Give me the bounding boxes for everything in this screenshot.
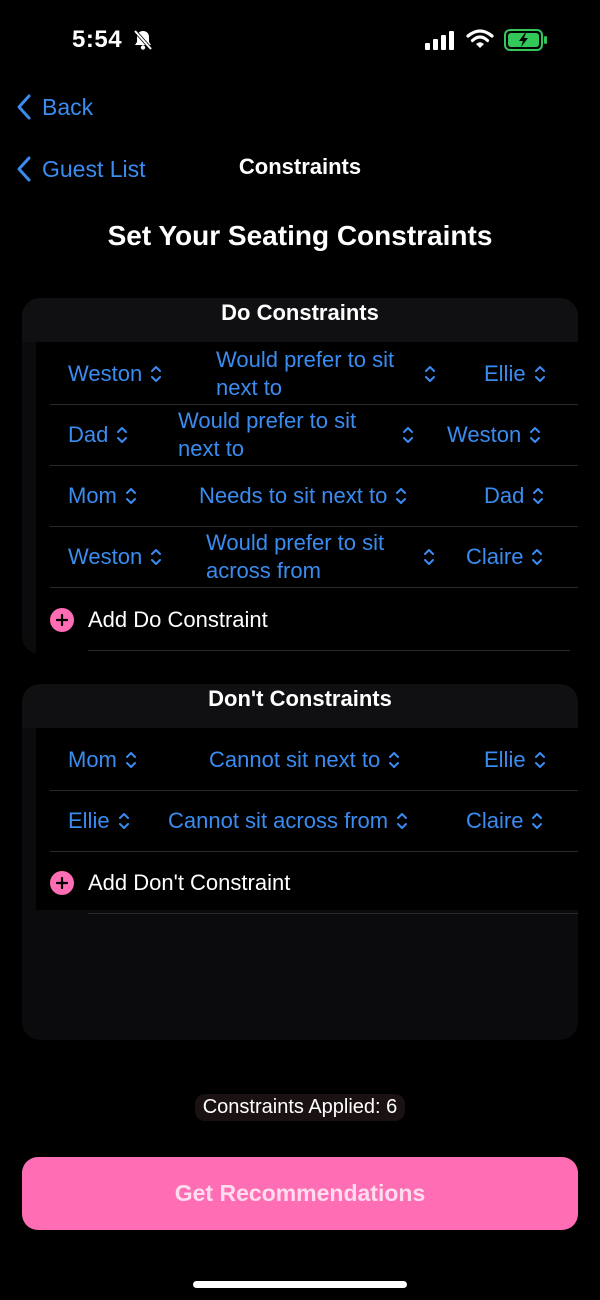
- nav-title: Constraints: [238, 154, 362, 179]
- relation-picker[interactable]: Would prefer to sit next to: [216, 344, 436, 404]
- chevron-up-down-icon: [117, 427, 128, 443]
- dont-constraints-title: Don't Constraints: [22, 684, 578, 728]
- status-time: 5:54: [72, 26, 123, 53]
- chevron-up-down-icon: [530, 427, 541, 443]
- constraints-applied-count: Constraints Applied: 6: [0, 1094, 600, 1121]
- relation-picker[interactable]: Needs to sit next to: [199, 466, 407, 526]
- add-do-constraint-label: Add Do Constraint: [88, 607, 268, 632]
- guest-a-picker[interactable]: Ellie: [68, 791, 130, 851]
- guest-a-picker[interactable]: Weston: [68, 344, 162, 404]
- cellular-signal-icon: [425, 30, 457, 55]
- chevron-up-down-icon: [396, 488, 407, 504]
- chevron-up-down-icon: [125, 488, 136, 504]
- chevron-up-down-icon: [533, 488, 544, 504]
- guest-a-picker[interactable]: Mom: [68, 730, 137, 790]
- chevron-up-down-icon: [397, 813, 408, 829]
- chevron-up-down-icon: [532, 549, 543, 565]
- relation-picker[interactable]: Would prefer to sit across from: [206, 527, 446, 587]
- chevron-up-down-icon: [532, 813, 543, 829]
- divider: [88, 913, 578, 914]
- dont-constraint-row: Ellie Cannot sit across from Claire: [50, 791, 578, 852]
- guest-b-picker[interactable]: Claire: [466, 791, 543, 851]
- wifi-icon: [466, 28, 494, 55]
- plus-circle-icon: [50, 608, 74, 632]
- guest-b-picker[interactable]: Ellie: [484, 730, 546, 790]
- do-constraint-row: Dad Would prefer to sit next to Weston: [50, 405, 578, 466]
- chevron-up-down-icon: [403, 427, 413, 443]
- guest-b-picker[interactable]: Weston: [447, 405, 541, 465]
- chevron-up-down-icon: [151, 549, 162, 565]
- guest-b-picker[interactable]: Ellie: [484, 344, 546, 404]
- chevron-up-down-icon: [534, 366, 545, 382]
- relation-picker[interactable]: Cannot sit next to: [209, 730, 400, 790]
- relation-picker[interactable]: Cannot sit across from: [168, 791, 408, 851]
- guest-b-picker[interactable]: Dad: [484, 466, 544, 526]
- chevron-up-down-icon: [151, 366, 162, 382]
- page-heading: Set Your Seating Constraints: [107, 220, 493, 251]
- chevron-up-down-icon: [534, 752, 545, 768]
- chevron-left-icon: [17, 94, 31, 120]
- dont-constraint-row: Mom Cannot sit next to Ellie: [50, 730, 578, 791]
- back-button[interactable]: Back: [16, 90, 93, 124]
- guest-a-picker[interactable]: Weston: [68, 527, 162, 587]
- do-constraints-title: Do Constraints: [22, 298, 578, 342]
- do-constraint-row: Weston Would prefer to sit across from C…: [50, 527, 578, 588]
- plus-circle-icon: [50, 871, 74, 895]
- chevron-up-down-icon: [425, 366, 435, 382]
- bell-slash-icon: [133, 29, 153, 56]
- guest-b-picker[interactable]: Claire: [466, 527, 543, 587]
- chevron-up-down-icon: [424, 549, 434, 565]
- home-indicator: [193, 1281, 407, 1288]
- chevron-up-down-icon: [125, 752, 136, 768]
- back-label: Back: [42, 93, 94, 120]
- guest-a-picker[interactable]: Mom: [68, 466, 137, 526]
- constraints-applied-label: Constraints Applied: 6: [194, 1094, 406, 1121]
- chevron-up-down-icon: [389, 752, 400, 768]
- do-constraint-row: Mom Needs to sit next to Dad: [50, 466, 578, 527]
- add-do-constraint-button[interactable]: Add Do Constraint: [50, 590, 268, 650]
- chevron-up-down-icon: [118, 813, 129, 829]
- guest-a-picker[interactable]: Dad: [68, 405, 128, 465]
- add-dont-constraint-button[interactable]: Add Don't Constraint: [50, 853, 290, 913]
- add-dont-constraint-label: Add Don't Constraint: [88, 870, 291, 895]
- status-bar: 5:54: [0, 0, 600, 84]
- relation-picker[interactable]: Would prefer to sit next to: [178, 405, 418, 465]
- get-recommendations-button[interactable]: Get Recommendations: [22, 1157, 578, 1230]
- do-constraint-row: Weston Would prefer to sit next to Ellie: [50, 344, 578, 405]
- divider: [88, 650, 570, 651]
- battery-charging-icon: [504, 29, 548, 56]
